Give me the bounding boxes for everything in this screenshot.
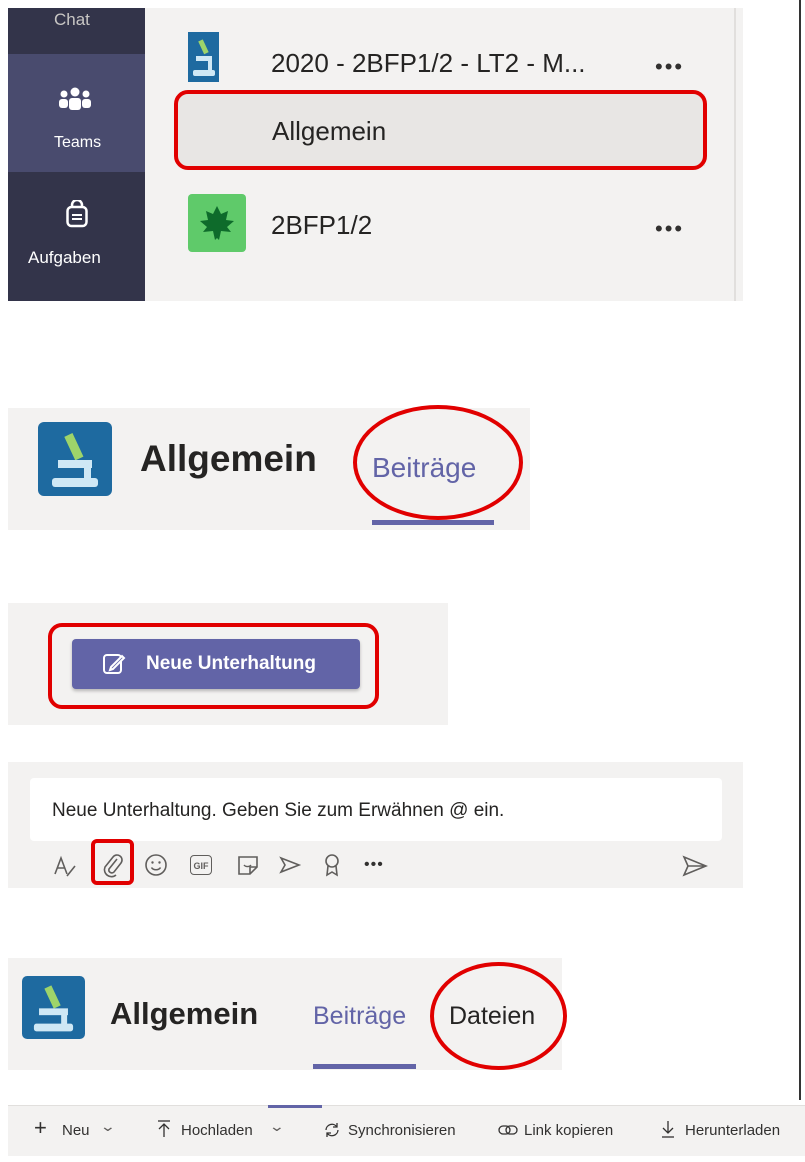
chevron-down-icon: ⌄ (268, 1118, 286, 1134)
highlight-files-oval (430, 962, 567, 1070)
rail-item-teams-label: Teams (54, 134, 102, 151)
teams-icon (59, 87, 91, 110)
sync-icon (325, 1123, 339, 1137)
compose-input[interactable]: Neue Unterhaltung. Geben Sie zum Erwähne… (30, 778, 722, 841)
page-right-border (799, 0, 801, 1100)
tab-posts-2[interactable]: Beiträge (313, 1002, 406, 1031)
rail-item-chat-label: Chat (54, 10, 90, 29)
microscope-icon (188, 32, 219, 82)
maple-team-logo (188, 194, 246, 252)
emoji-icon[interactable] (144, 853, 168, 877)
gif-icon[interactable]: GIF (190, 855, 212, 875)
compose-placeholder: Neue Unterhaltung. Geben Sie zum Erwähne… (52, 800, 505, 821)
highlight-attach-rect (91, 839, 134, 885)
chevron-down-icon: ⌄ (99, 1118, 117, 1134)
microscope-icon (38, 422, 112, 496)
assignments-icon (66, 200, 88, 228)
leaf-icon (200, 206, 234, 240)
sticker-icon[interactable] (236, 853, 260, 877)
rail-item-chat[interactable]: Chat (8, 8, 145, 48)
more-icon[interactable]: ••• (364, 856, 384, 874)
team-2-more-button[interactable]: ••• (655, 216, 684, 242)
files-toolbar: + Neu ⌄ Hochladen ⌄ Synchronisieren Link… (8, 1105, 805, 1156)
praise-icon[interactable] (322, 853, 342, 877)
rail-item-assignments[interactable]: Aufgaben (8, 178, 145, 301)
channel-header-2-logo (22, 976, 85, 1039)
tab-posts-1-underline (372, 520, 494, 525)
meet-icon[interactable] (278, 853, 302, 877)
channel-header-1-logo (38, 422, 112, 496)
team-item-1[interactable]: 2020 - 2BFP1/2 - LT2 - M... ••• (145, 26, 743, 98)
format-icon[interactable] (52, 854, 78, 880)
download-button-label: Herunterladen (685, 1122, 781, 1139)
tab-posts-2-underline (313, 1064, 416, 1069)
upload-button-label: Hochladen (181, 1122, 253, 1139)
rail-item-teams[interactable]: Teams (8, 54, 145, 172)
team-1-more-button[interactable]: ••• (655, 54, 684, 80)
new-button-label: Neu (62, 1122, 90, 1139)
team-2-name: 2BFP1/2 (271, 210, 373, 240)
channel-header-2-title: Allgemein (110, 996, 259, 1031)
link-icon (498, 1125, 518, 1135)
upload-icon (158, 1120, 170, 1137)
team-1-name: 2020 - 2BFP1/2 - LT2 - M... (271, 48, 586, 78)
highlight-channel-rect (174, 90, 707, 170)
send-icon[interactable] (682, 854, 708, 878)
list-right-divider (734, 8, 736, 301)
microscope-icon (22, 976, 85, 1039)
sync-button-label: Synchronisieren (348, 1122, 456, 1139)
gif-icon-label: GIF (193, 861, 209, 871)
download-icon (662, 1121, 674, 1138)
highlight-new-conversation-rect (48, 623, 379, 709)
microscope-team-logo (188, 32, 219, 82)
highlight-posts-oval (353, 405, 523, 520)
rail-item-assignments-label: Aufgaben (28, 248, 101, 267)
copy-link-button-label: Link kopieren (524, 1122, 614, 1139)
plus-icon: + (34, 1115, 47, 1140)
toolbar-tab-indicator (268, 1105, 322, 1108)
channel-header-1-title: Allgemein (140, 438, 317, 479)
team-item-2[interactable]: 2BFP1/2 ••• (145, 188, 743, 260)
